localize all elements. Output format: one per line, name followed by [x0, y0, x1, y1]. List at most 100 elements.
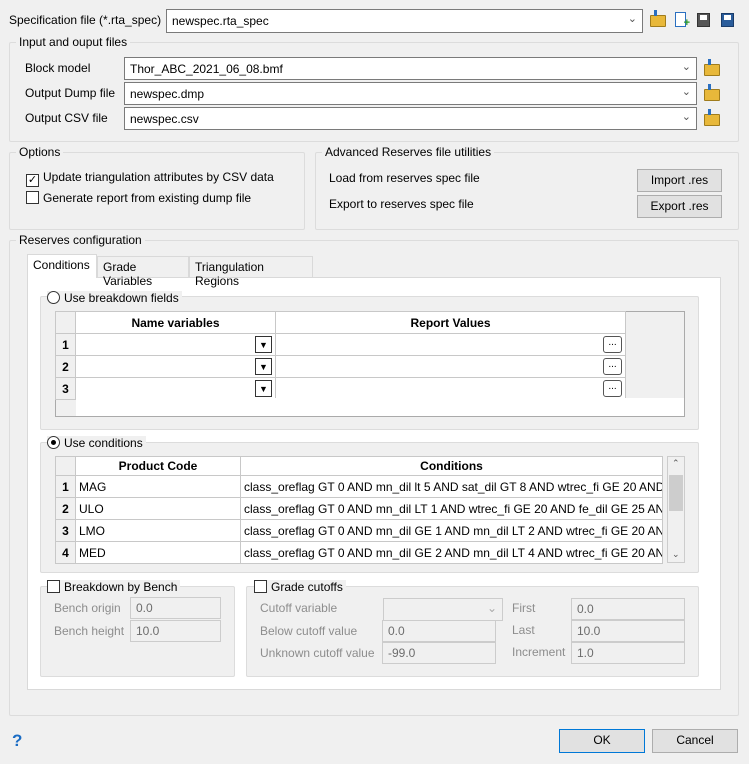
group-title: Reserves configuration: [16, 233, 145, 247]
cutoff-variable-combo[interactable]: ⌄: [383, 598, 503, 621]
name-variable-cell[interactable]: ▼: [75, 377, 276, 400]
grade-cutoffs-checkbox[interactable]: Grade cutoffs: [254, 580, 346, 594]
vertical-scrollbar[interactable]: ⌃ ⌄: [667, 456, 685, 563]
block-model-combo[interactable]: Thor_ABC_2021_06_08.bmf ⌄: [124, 57, 697, 80]
row-number: 3: [55, 377, 76, 400]
open-folder-icon[interactable]: [704, 59, 720, 76]
generate-report-checkbox[interactable]: Generate report from existing dump file: [26, 191, 251, 205]
dropdown-icon[interactable]: ▼: [255, 336, 272, 353]
radio-label: Use breakdown fields: [64, 291, 179, 305]
product-code-cell[interactable]: MED: [75, 541, 241, 564]
row-number: 2: [55, 497, 76, 520]
condition-cell[interactable]: class_oreflag GT 0 AND mn_dil lt 5 AND s…: [240, 475, 663, 498]
column-header: Product Code: [75, 456, 241, 476]
ellipsis-button[interactable]: ...: [603, 336, 622, 353]
group-title: Advanced Reserves file utilities: [322, 145, 495, 159]
scrollbar-thumb[interactable]: [669, 475, 683, 511]
condition-cell[interactable]: class_oreflag GT 0 AND mn_dil GE 2 AND m…: [240, 541, 663, 564]
export-res-button[interactable]: Export .res: [637, 195, 722, 218]
use-breakdown-radio[interactable]: Use breakdown fields: [47, 291, 182, 305]
help-icon[interactable]: ?: [12, 731, 22, 751]
checkbox-label: Breakdown by Bench: [64, 580, 178, 594]
bench-origin-input[interactable]: 0.0: [130, 597, 221, 619]
report-values-cell[interactable]: ...: [275, 333, 626, 356]
spec-file-combo[interactable]: newspec.rta_spec ⌄: [166, 9, 643, 33]
scroll-up-icon[interactable]: ⌃: [672, 458, 680, 469]
conditions-table: Product Code Conditions 1 MAG class_oreflag…: [55, 456, 663, 564]
export-label: Export to reserves spec file: [329, 197, 474, 211]
name-variable-cell[interactable]: ▼: [75, 355, 276, 378]
checkmark-icon: ✓: [26, 174, 39, 187]
row-number: 4: [55, 541, 76, 564]
bench-height-label: Bench height: [54, 624, 125, 638]
breakdown-by-bench-checkbox[interactable]: Breakdown by Bench: [47, 580, 181, 594]
bench-origin-label: Bench origin: [54, 601, 121, 615]
import-res-button[interactable]: Import .res: [637, 169, 722, 192]
below-cutoff-label: Below cutoff value: [260, 624, 358, 638]
last-input[interactable]: 10.0: [571, 620, 685, 642]
chevron-down-icon: ⌄: [486, 601, 497, 615]
save-icon[interactable]: [721, 13, 734, 27]
condition-cell[interactable]: class_oreflag GT 0 AND mn_dil LT 1 AND w…: [240, 497, 663, 520]
radio-label: Use conditions: [64, 436, 143, 450]
increment-input[interactable]: 1.0: [571, 642, 685, 664]
block-model-label: Block model: [25, 61, 91, 75]
table-empty-area: [76, 398, 684, 416]
ellipsis-button[interactable]: ...: [603, 358, 622, 375]
report-values-cell[interactable]: ...: [275, 377, 626, 400]
open-folder-icon[interactable]: [704, 84, 720, 101]
table-row[interactable]: 1 ▼...: [55, 333, 626, 356]
checkbox-label: Update triangulation attributes by CSV d…: [43, 170, 274, 184]
chevron-down-icon: ⌄: [681, 61, 691, 73]
dump-file-combo[interactable]: newspec.dmp ⌄: [124, 82, 697, 105]
first-input[interactable]: 0.0: [571, 598, 685, 620]
checkbox-label: Grade cutoffs: [271, 580, 343, 594]
dropdown-icon[interactable]: ▼: [255, 358, 272, 375]
spec-file-label: Specification file (*.rta_spec): [9, 13, 162, 27]
product-code-cell[interactable]: MAG: [75, 475, 241, 498]
row-number: 3: [55, 519, 76, 542]
product-code-cell[interactable]: ULO: [75, 497, 241, 520]
table-row[interactable]: 3 ▼...: [55, 377, 626, 400]
report-values-cell[interactable]: ...: [275, 355, 626, 378]
condition-cell[interactable]: class_oreflag GT 0 AND mn_dil GE 1 AND m…: [240, 519, 663, 542]
tab-grade-variables[interactable]: Grade Variables: [97, 256, 189, 288]
unknown-cutoff-label: Unknown cutoff value: [260, 646, 375, 660]
name-variable-cell[interactable]: ▼: [75, 333, 276, 356]
use-conditions-radio[interactable]: Use conditions: [47, 436, 146, 450]
dropdown-icon[interactable]: ▼: [255, 380, 272, 397]
table-row[interactable]: 1 MAG class_oreflag GT 0 AND mn_dil lt 5 A…: [55, 475, 663, 498]
table-row[interactable]: 4 MED class_oreflag GT 0 AND mn_dil GE 2 A…: [55, 541, 663, 564]
save-as-icon[interactable]: [697, 13, 710, 27]
ellipsis-button[interactable]: ...: [603, 380, 622, 397]
table-row[interactable]: 3 LMO class_oreflag GT 0 AND mn_dil GE 1 A…: [55, 519, 663, 542]
csv-file-combo[interactable]: newspec.csv ⌄: [124, 107, 697, 130]
breakdown-table: Name variables Report Values 1 ▼... 2 ▼... …: [55, 311, 626, 400]
chevron-down-icon: ⌄: [627, 13, 637, 25]
dump-file-label: Output Dump file: [25, 86, 116, 100]
open-folder-icon[interactable]: [650, 10, 666, 27]
block-model-value: Thor_ABC_2021_06_08.bmf: [130, 62, 283, 76]
cutoff-variable-label: Cutoff variable: [260, 601, 338, 615]
scroll-down-icon[interactable]: ⌄: [672, 549, 680, 560]
dump-file-value: newspec.dmp: [130, 87, 205, 101]
update-attributes-checkbox[interactable]: ✓ Update triangulation attributes by CSV …: [26, 170, 274, 187]
column-header: Name variables: [75, 311, 276, 334]
row-number: 1: [55, 475, 76, 498]
cancel-button[interactable]: Cancel: [652, 729, 738, 753]
spec-file-value: newspec.rta_spec: [172, 14, 269, 28]
open-folder-icon[interactable]: [704, 109, 720, 126]
tab-triangulation-regions[interactable]: Triangulation Regions: [189, 256, 313, 288]
below-cutoff-input[interactable]: 0.0: [382, 620, 496, 642]
table-row[interactable]: 2 ULO class_oreflag GT 0 AND mn_dil LT 1 A…: [55, 497, 663, 520]
bench-height-input[interactable]: 10.0: [130, 620, 221, 642]
column-header: Report Values: [275, 311, 626, 334]
table-row[interactable]: 2 ▼...: [55, 355, 626, 378]
unknown-cutoff-input[interactable]: -99.0: [382, 642, 496, 664]
row-number: 2: [55, 355, 76, 378]
product-code-cell[interactable]: LMO: [75, 519, 241, 542]
tab-conditions[interactable]: Conditions: [27, 254, 97, 278]
ok-button[interactable]: OK: [559, 729, 645, 753]
new-file-icon[interactable]: +: [675, 12, 690, 29]
load-label: Load from reserves spec file: [329, 171, 480, 185]
